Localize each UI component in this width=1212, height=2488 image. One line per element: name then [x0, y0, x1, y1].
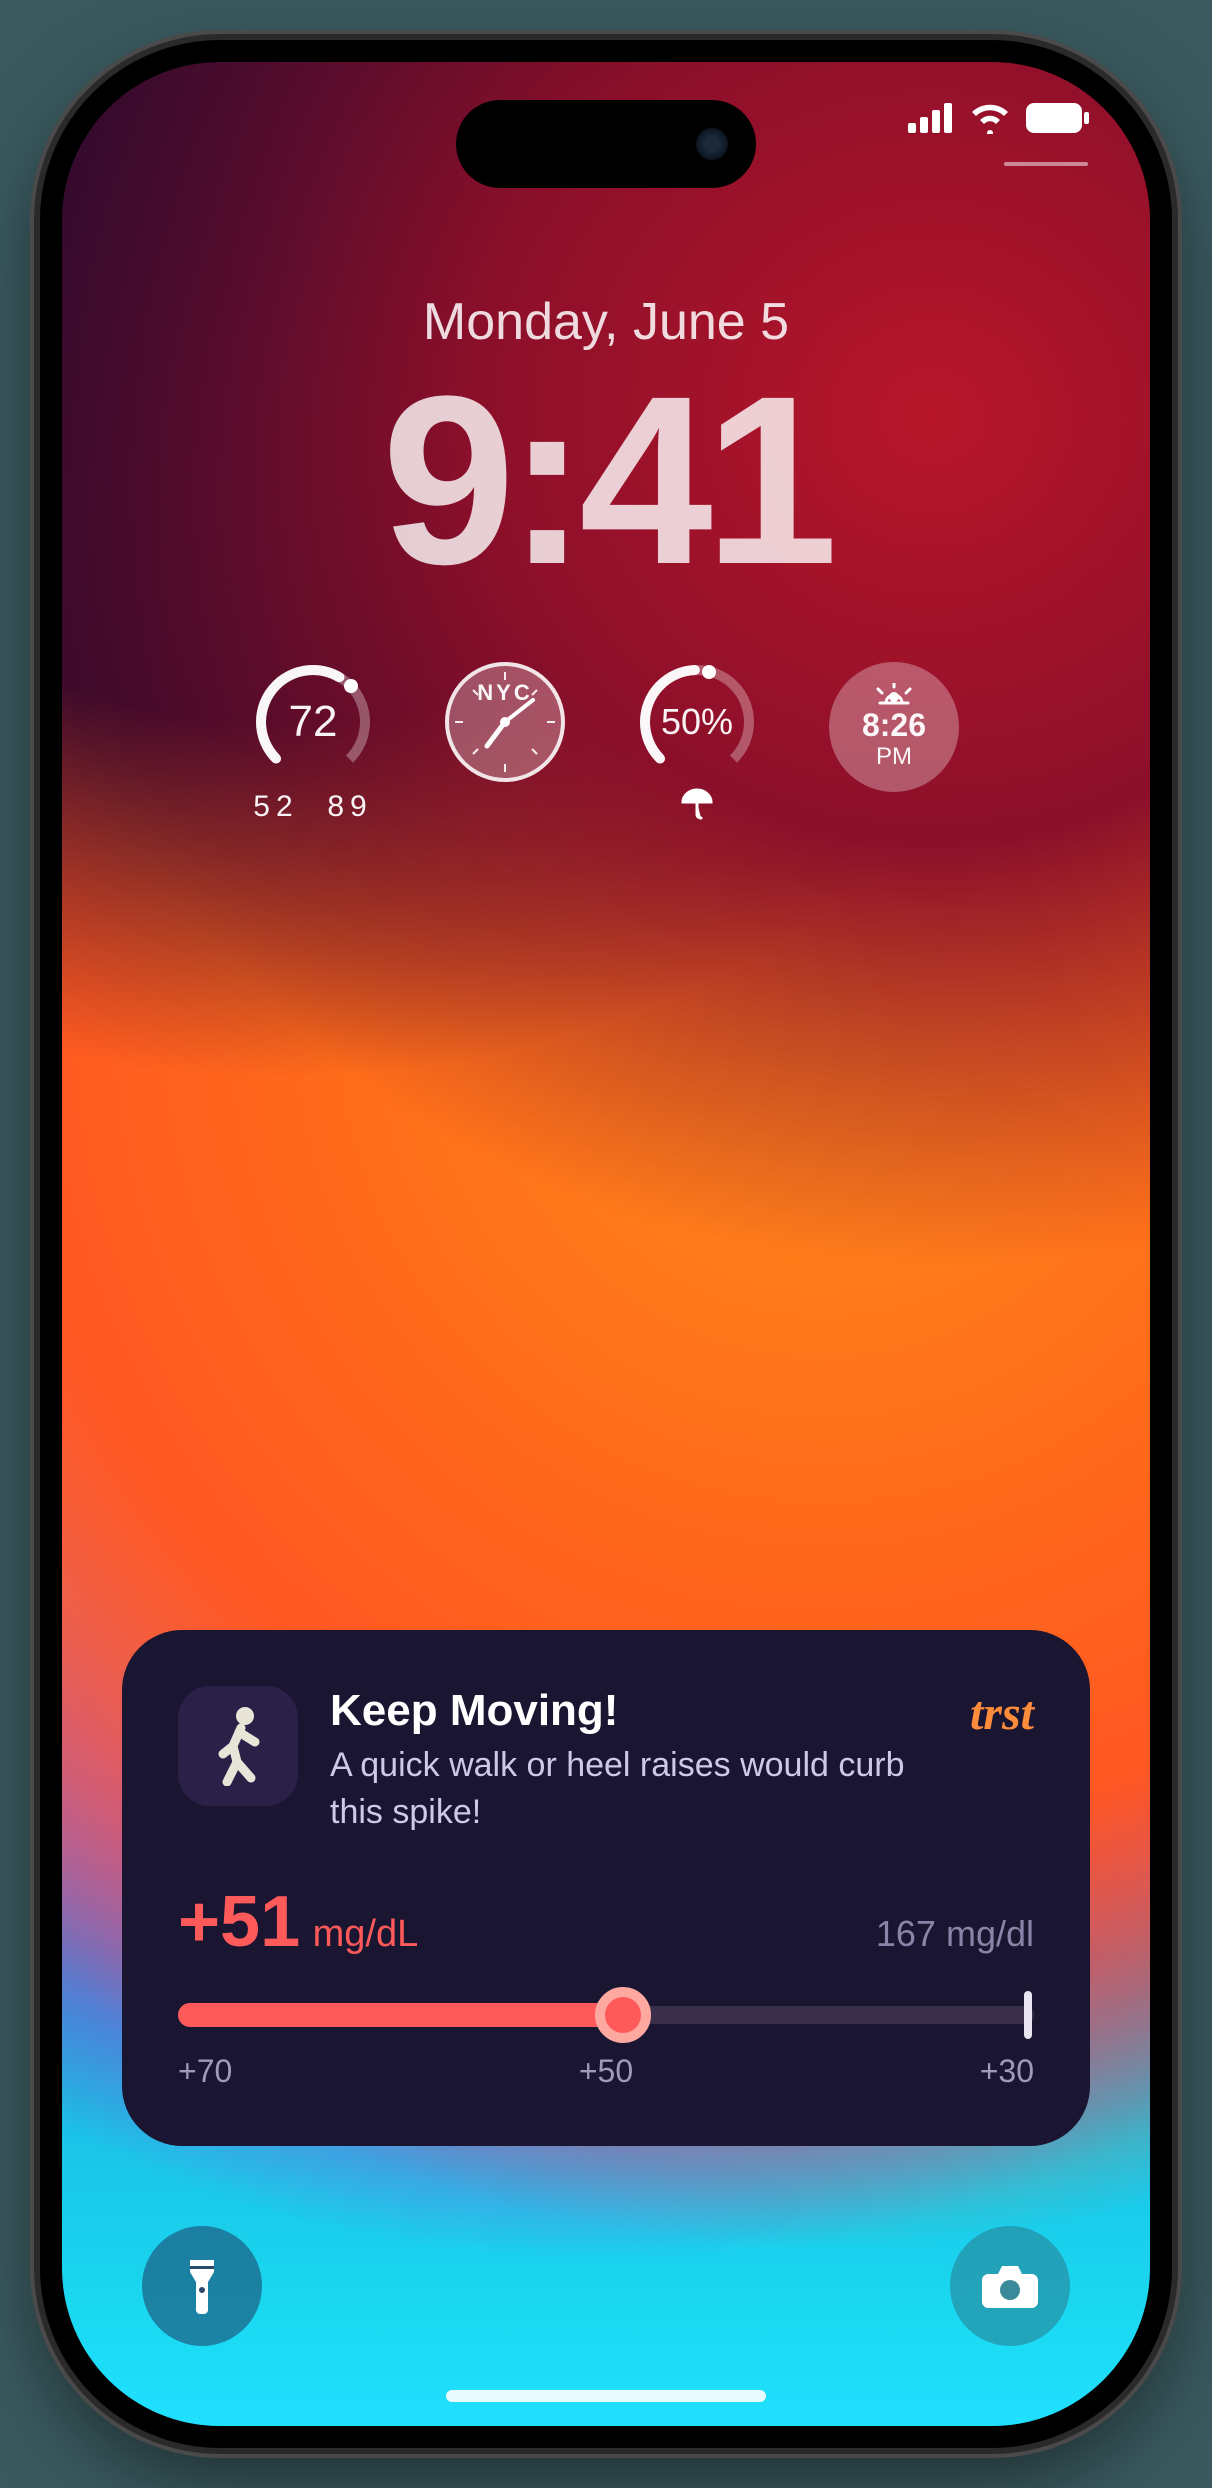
lock-screen-time: 9:41: [62, 342, 1150, 618]
weather-lohi: 52 89: [253, 790, 372, 824]
glucose-slider[interactable]: [178, 1995, 1034, 2035]
sunset-period: PM: [876, 743, 912, 771]
home-indicator[interactable]: [446, 2390, 766, 2402]
slider-fill: [178, 2003, 623, 2027]
camera-button[interactable]: [950, 2226, 1070, 2346]
glucose-notification[interactable]: Keep Moving! A quick walk or heel raises…: [122, 1630, 1090, 2146]
sunset-widget[interactable]: 8:26 PM: [829, 662, 959, 792]
notification-body: A quick walk or heel raises would curb t…: [330, 1742, 938, 1837]
precipitation-widget[interactable]: 50%: [637, 662, 757, 824]
lock-screen[interactable]: Monday, June 5 9:41 72 52 89 NYC: [62, 62, 1150, 2426]
notification-brand: trst: [970, 1686, 1034, 1741]
weather-widget[interactable]: 72 52 89: [253, 662, 373, 824]
glucose-current: 167 mg/dl: [876, 1913, 1034, 1955]
cellular-icon: [908, 103, 954, 133]
flashlight-icon: [180, 2254, 224, 2318]
widgets-row: 72 52 89 NYC: [62, 662, 1150, 824]
walking-icon: [203, 1706, 273, 1786]
slider-labels: +70 +50 +30: [178, 2053, 1034, 2090]
world-clock-widget[interactable]: NYC: [445, 662, 565, 782]
notification-title: Keep Moving!: [330, 1686, 938, 1736]
status-bar: [908, 102, 1090, 134]
slider-target-marker: [1024, 1991, 1032, 2039]
phone-frame: Monday, June 5 9:41 72 52 89 NYC: [40, 40, 1172, 2448]
sunset-icon: [872, 683, 916, 707]
slider-thumb[interactable]: [595, 1987, 651, 2043]
wifi-icon: [968, 102, 1012, 134]
battery-icon: [1026, 103, 1090, 133]
weather-temp: 72: [289, 697, 338, 747]
camera-icon: [980, 2262, 1040, 2310]
sunset-time: 8:26: [862, 709, 926, 741]
dynamic-island[interactable]: [456, 100, 756, 188]
glucose-delta: +51 mg/dL: [178, 1881, 418, 1963]
flashlight-button[interactable]: [142, 2226, 262, 2346]
activity-icon-box: [178, 1686, 298, 1806]
precip-value: 50%: [661, 701, 733, 743]
focus-indicator: [1004, 162, 1088, 166]
umbrella-icon: [679, 786, 715, 822]
